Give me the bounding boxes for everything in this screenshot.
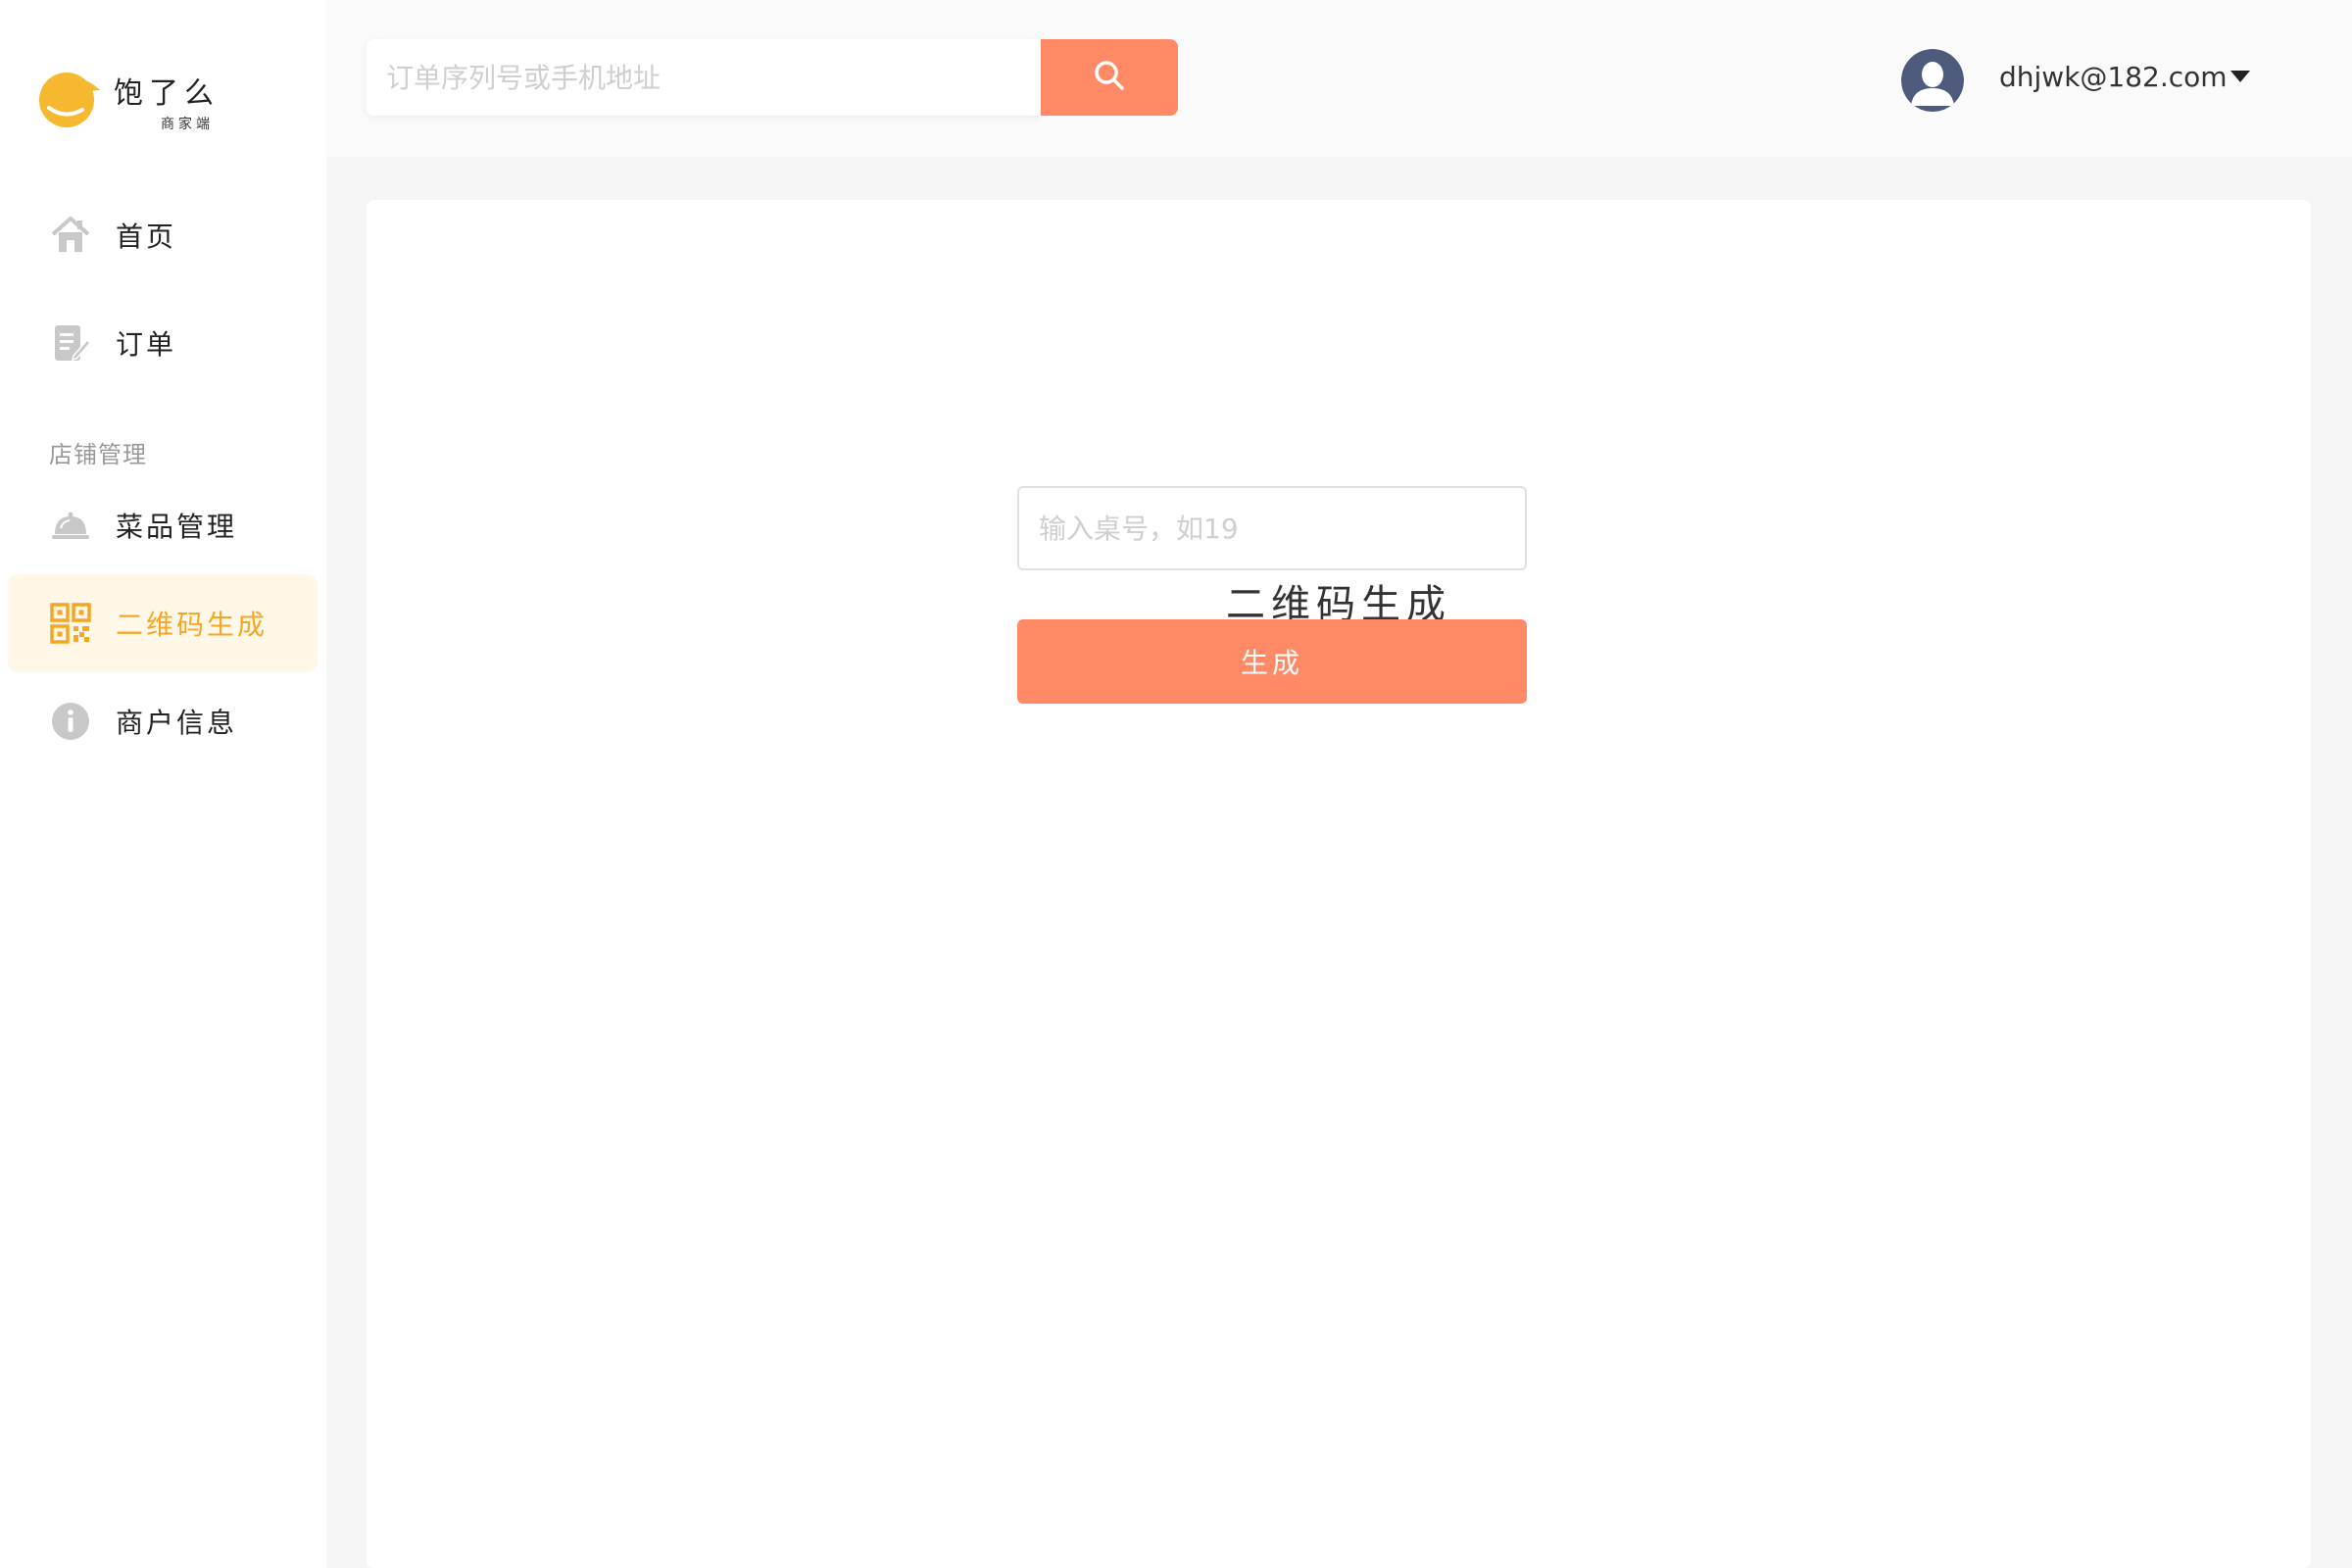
sidebar-item-orders[interactable]: 订单 [8, 294, 318, 392]
sidebar-item-label: 首页 [116, 220, 177, 253]
sidebar-item-label: 订单 [116, 328, 177, 361]
search-button[interactable] [1041, 39, 1178, 116]
user-email[interactable]: dhjwk@182.com [1999, 61, 2228, 93]
brand-name: 饱了么 [114, 76, 220, 111]
info-icon [49, 700, 92, 743]
brand-icon [39, 73, 100, 127]
sidebar-item-label: 二维码生成 [116, 609, 269, 641]
user-avatar-icon [1901, 49, 1964, 112]
sidebar-section-title: 店铺管理 [49, 441, 147, 468]
generate-button[interactable]: 生成 [1017, 619, 1527, 704]
table-number-input[interactable] [1037, 511, 1511, 546]
sidebar: 饱了么 商家端 首页 订单 店铺管理 菜品管理 二维码生成 商户信息 [0, 0, 326, 1568]
sidebar-item-qrcode[interactable]: 二维码生成 [8, 574, 318, 672]
home-icon [49, 214, 92, 257]
avatar[interactable] [1901, 49, 1964, 112]
sidebar-item-label: 菜品管理 [116, 511, 238, 543]
sidebar-item-dishes[interactable]: 菜品管理 [8, 476, 318, 574]
table-number-field [1017, 486, 1527, 570]
sidebar-item-merchant-info[interactable]: 商户信息 [8, 672, 318, 770]
main-card: 二维码生成 [367, 200, 2311, 1568]
sidebar-item-label: 商户信息 [116, 707, 238, 739]
dish-cover-icon [49, 504, 92, 547]
search-box [367, 39, 1041, 116]
chevron-down-icon[interactable] [2230, 71, 2250, 82]
order-icon [49, 321, 92, 365]
search-input[interactable] [384, 60, 1015, 95]
search-icon [1092, 58, 1127, 97]
brand-subtitle: 商家端 [161, 117, 214, 132]
qrcode-icon [49, 602, 92, 645]
sidebar-item-home[interactable]: 首页 [8, 186, 318, 284]
brand-logo[interactable]: 饱了么 商家端 [35, 59, 231, 137]
